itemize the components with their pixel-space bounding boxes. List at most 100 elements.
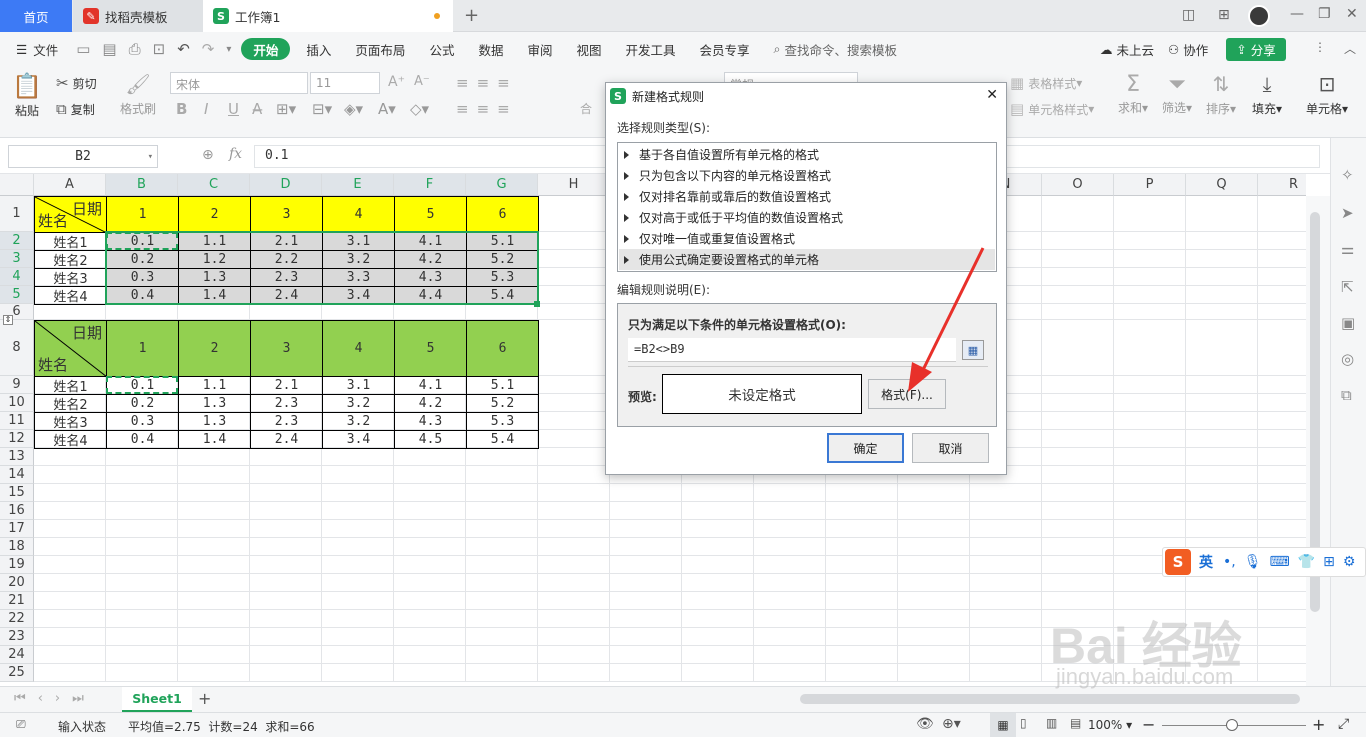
grid-cell[interactable]	[754, 628, 826, 646]
italic-icon[interactable]: I	[204, 100, 208, 118]
grid-cell[interactable]	[610, 646, 682, 664]
grid-cell[interactable]	[322, 574, 394, 592]
grid-cell[interactable]	[682, 592, 754, 610]
grid-cell[interactable]	[538, 430, 610, 448]
row-header[interactable]: 12	[0, 430, 34, 448]
grid-cell[interactable]	[898, 592, 970, 610]
file-menu[interactable]: ☰ 文件	[0, 32, 70, 66]
grid-cell[interactable]	[178, 304, 250, 320]
grid-cell[interactable]	[322, 502, 394, 520]
grid-cell[interactable]	[1114, 268, 1186, 286]
value-cell[interactable]: 5.3	[466, 268, 539, 287]
column-header-g[interactable]: G	[466, 174, 538, 196]
grid-cell[interactable]	[178, 646, 250, 664]
grid-cell[interactable]	[898, 484, 970, 502]
row-header[interactable]: 5	[0, 286, 34, 304]
column-header-r[interactable]: R	[1258, 174, 1306, 196]
grid-cell[interactable]	[34, 484, 106, 502]
grid-cell[interactable]	[1258, 376, 1306, 394]
ok-button[interactable]: 确定	[827, 433, 904, 463]
value-cell[interactable]: 4.2	[394, 250, 467, 269]
export-icon[interactable]: ▤	[102, 40, 116, 58]
grid-cell[interactable]	[538, 286, 610, 304]
column-header-f[interactable]: F	[394, 174, 466, 196]
grid-cell[interactable]	[250, 304, 322, 320]
zoom-in-icon[interactable]: +	[1312, 715, 1325, 734]
grid-cell[interactable]	[106, 664, 178, 682]
value-cell[interactable]: 0.2	[106, 250, 179, 269]
menu-view[interactable]: 视图	[564, 32, 613, 66]
menu-member[interactable]: 会员专享	[688, 32, 762, 66]
zoom-slider-handle[interactable]	[1226, 719, 1238, 731]
grid-cell[interactable]	[970, 646, 1042, 664]
grid-cell[interactable]	[538, 502, 610, 520]
grid-cell[interactable]	[250, 538, 322, 556]
grid-cell[interactable]	[970, 664, 1042, 682]
grid-cell[interactable]	[394, 538, 466, 556]
value-cell[interactable]: 0.4	[106, 286, 179, 305]
grid-cell[interactable]	[610, 628, 682, 646]
grid-cell[interactable]	[610, 556, 682, 574]
share-button[interactable]: ⇪ 分享	[1226, 38, 1286, 61]
zoom-level[interactable]: 100% ▾	[1088, 718, 1132, 732]
value-cell[interactable]: 5.2	[466, 394, 539, 413]
cloud-status[interactable]: ☁ 未上云	[1100, 40, 1154, 59]
column-header-d[interactable]: D	[250, 174, 322, 196]
value-cell[interactable]: 3.1	[322, 232, 395, 251]
format-painter-button[interactable]: 🖌 格式刷	[120, 72, 156, 117]
grid-cell[interactable]	[322, 592, 394, 610]
grid-cell[interactable]	[1042, 376, 1114, 394]
pointer-icon[interactable]: ➤	[1341, 204, 1354, 222]
underline-icon[interactable]: U	[228, 100, 239, 118]
name-box[interactable]: B2 ▾	[8, 145, 158, 168]
grid-cell[interactable]	[682, 484, 754, 502]
grid-cell[interactable]	[538, 250, 610, 268]
row-header[interactable]: 21	[0, 592, 34, 610]
grid-cell[interactable]	[1114, 196, 1186, 232]
value-cell[interactable]: 1.1	[178, 232, 251, 251]
grid-cell[interactable]	[1042, 538, 1114, 556]
macro-icon[interactable]: ⎚	[16, 717, 26, 732]
grid-cell[interactable]	[898, 628, 970, 646]
grid-cell[interactable]	[610, 538, 682, 556]
grid-cell[interactable]	[682, 646, 754, 664]
sheet-nav-icons[interactable]: ⏮‹›⏭	[14, 691, 96, 706]
fill-color-icon[interactable]: ◈▾	[344, 100, 363, 118]
grid-cell[interactable]	[1114, 232, 1186, 250]
grid-cell[interactable]	[538, 466, 610, 484]
grid-cell[interactable]	[610, 610, 682, 628]
day-header[interactable]: 1	[106, 320, 179, 377]
value-cell[interactable]: 4.5	[394, 430, 467, 449]
grid-cell[interactable]	[1186, 232, 1258, 250]
grid-cell[interactable]	[754, 610, 826, 628]
grid-cell[interactable]	[754, 484, 826, 502]
grid-cell[interactable]	[754, 538, 826, 556]
grid-cell[interactable]	[1042, 412, 1114, 430]
grid-cell[interactable]	[1042, 232, 1114, 250]
rule-item-contains[interactable]: 只为包含以下内容的单元格设置格式	[624, 165, 994, 186]
grid-cell[interactable]	[898, 664, 970, 682]
grid-cell[interactable]	[1186, 250, 1258, 268]
row-header[interactable]: 10	[0, 394, 34, 412]
grid-cell[interactable]	[754, 574, 826, 592]
grid-cell[interactable]	[1186, 268, 1258, 286]
value-cell[interactable]: 4.3	[394, 412, 467, 431]
table-style-button[interactable]: ▦ 表格样式 ▾	[1010, 74, 1082, 92]
grid-cell[interactable]	[250, 466, 322, 484]
grid-cell[interactable]	[538, 412, 610, 430]
grid-cell[interactable]	[178, 628, 250, 646]
value-cell[interactable]: 0.2	[106, 394, 179, 413]
image-icon[interactable]: ▣	[1341, 314, 1355, 332]
grid-cell[interactable]	[466, 664, 538, 682]
grid-cell[interactable]	[1114, 304, 1186, 320]
grid-cell[interactable]	[538, 448, 610, 466]
close-icon[interactable]: ✕	[1346, 6, 1358, 22]
row-header[interactable]: 4	[0, 268, 34, 286]
grid-cell[interactable]	[610, 520, 682, 538]
grid-cell[interactable]	[106, 628, 178, 646]
grid-cell[interactable]	[1042, 394, 1114, 412]
grid-cell[interactable]	[1042, 484, 1114, 502]
day-header[interactable]: 3	[250, 320, 323, 377]
column-header-e[interactable]: E	[322, 174, 394, 196]
format-button[interactable]: 格式(F)...	[868, 379, 946, 409]
